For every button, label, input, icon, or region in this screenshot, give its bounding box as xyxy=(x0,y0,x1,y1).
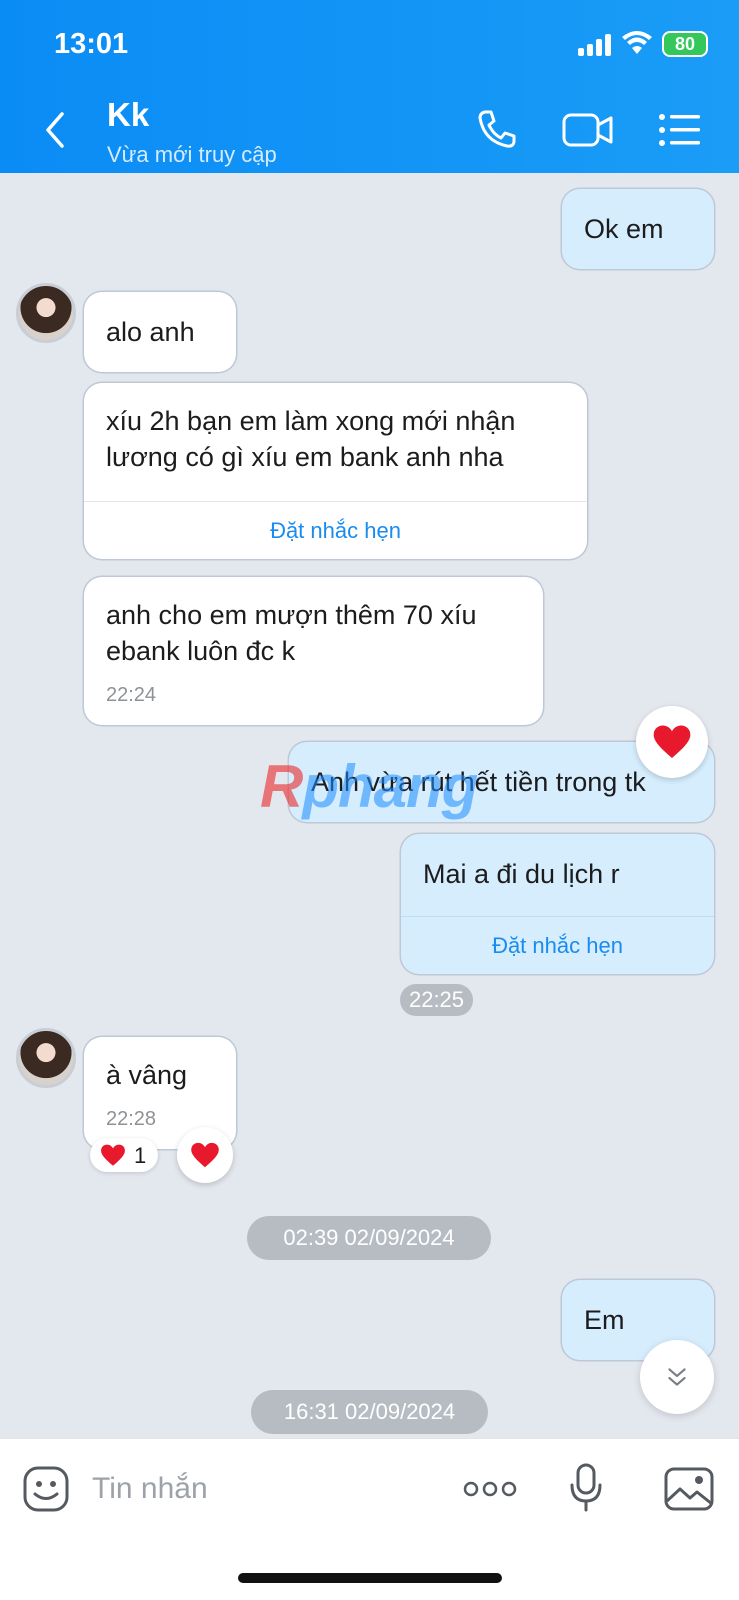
more-options-icon[interactable] xyxy=(462,1477,518,1501)
contact-avatar[interactable] xyxy=(16,283,76,343)
list-menu-icon[interactable] xyxy=(658,112,702,148)
message-text: Ok em xyxy=(584,214,664,244)
scroll-to-bottom-button[interactable] xyxy=(640,1340,714,1414)
battery-level: 80 xyxy=(664,33,706,55)
wifi-icon xyxy=(622,31,652,54)
message-composer xyxy=(0,1438,739,1600)
message-bubble-incoming[interactable]: alo anh xyxy=(84,292,236,372)
message-bubble-outgoing[interactable]: Ok em xyxy=(562,189,714,269)
date-divider: 02:39 02/09/2024 xyxy=(247,1216,491,1260)
home-indicator xyxy=(238,1573,502,1583)
image-gallery-icon[interactable] xyxy=(664,1467,714,1511)
watermark: Rphang xyxy=(260,753,478,820)
battery-indicator: 80 xyxy=(662,31,708,57)
message-text: Mai a đi du lịch r xyxy=(423,859,620,889)
contact-status: Vừa mới truy cập xyxy=(107,142,277,167)
reaction-count: 1 xyxy=(134,1143,147,1168)
message-text: xíu 2h bạn em làm xong mới nhận lương có… xyxy=(106,406,516,472)
message-bubble-incoming[interactable]: xíu 2h bạn em làm xong mới nhận lương có… xyxy=(84,383,587,559)
message-text: Em xyxy=(584,1305,625,1335)
message-time: 22:24 xyxy=(106,684,157,706)
chat-header: 13:01 80 Kk Vừa mới truy cập xyxy=(0,0,739,173)
message-text: alo anh xyxy=(106,317,195,347)
set-reminder-link[interactable]: Đặt nhắc hẹn xyxy=(401,916,714,974)
message-text: à vâng xyxy=(106,1060,188,1090)
double-chevron-down-icon xyxy=(668,1368,686,1386)
cellular-signal-icon xyxy=(578,34,614,56)
message-bubble-outgoing[interactable]: Mai a đi du lịch r Đặt nhắc hẹn xyxy=(401,834,714,974)
set-reminder-link[interactable]: Đặt nhắc hẹn xyxy=(84,501,587,559)
microphone-icon[interactable] xyxy=(568,1463,604,1513)
heart-reaction-button[interactable] xyxy=(636,706,708,778)
heart-icon xyxy=(653,725,691,758)
heart-icon xyxy=(191,1142,219,1168)
contact-avatar[interactable] xyxy=(16,1028,76,1088)
reaction-summary[interactable]: 1 xyxy=(90,1138,158,1172)
message-bubble-incoming[interactable]: anh cho em mượn thêm 70 xíu ebank luôn đ… xyxy=(84,577,543,725)
phone-call-icon[interactable] xyxy=(476,108,518,150)
message-input[interactable] xyxy=(92,1467,422,1511)
video-call-icon[interactable] xyxy=(562,110,614,150)
status-time: 13:01 xyxy=(54,28,129,60)
date-divider: 16:31 02/09/2024 xyxy=(251,1390,488,1434)
sticker-emoji-icon[interactable] xyxy=(22,1465,70,1513)
heart-reaction-button[interactable] xyxy=(177,1127,233,1183)
message-text: anh cho em mượn thêm 70 xíu ebank luôn đ… xyxy=(106,600,477,666)
heart-icon xyxy=(101,1144,125,1166)
time-divider: 22:25 xyxy=(400,984,473,1016)
back-arrow-icon[interactable] xyxy=(40,110,70,150)
contact-name[interactable]: Kk xyxy=(107,96,149,134)
